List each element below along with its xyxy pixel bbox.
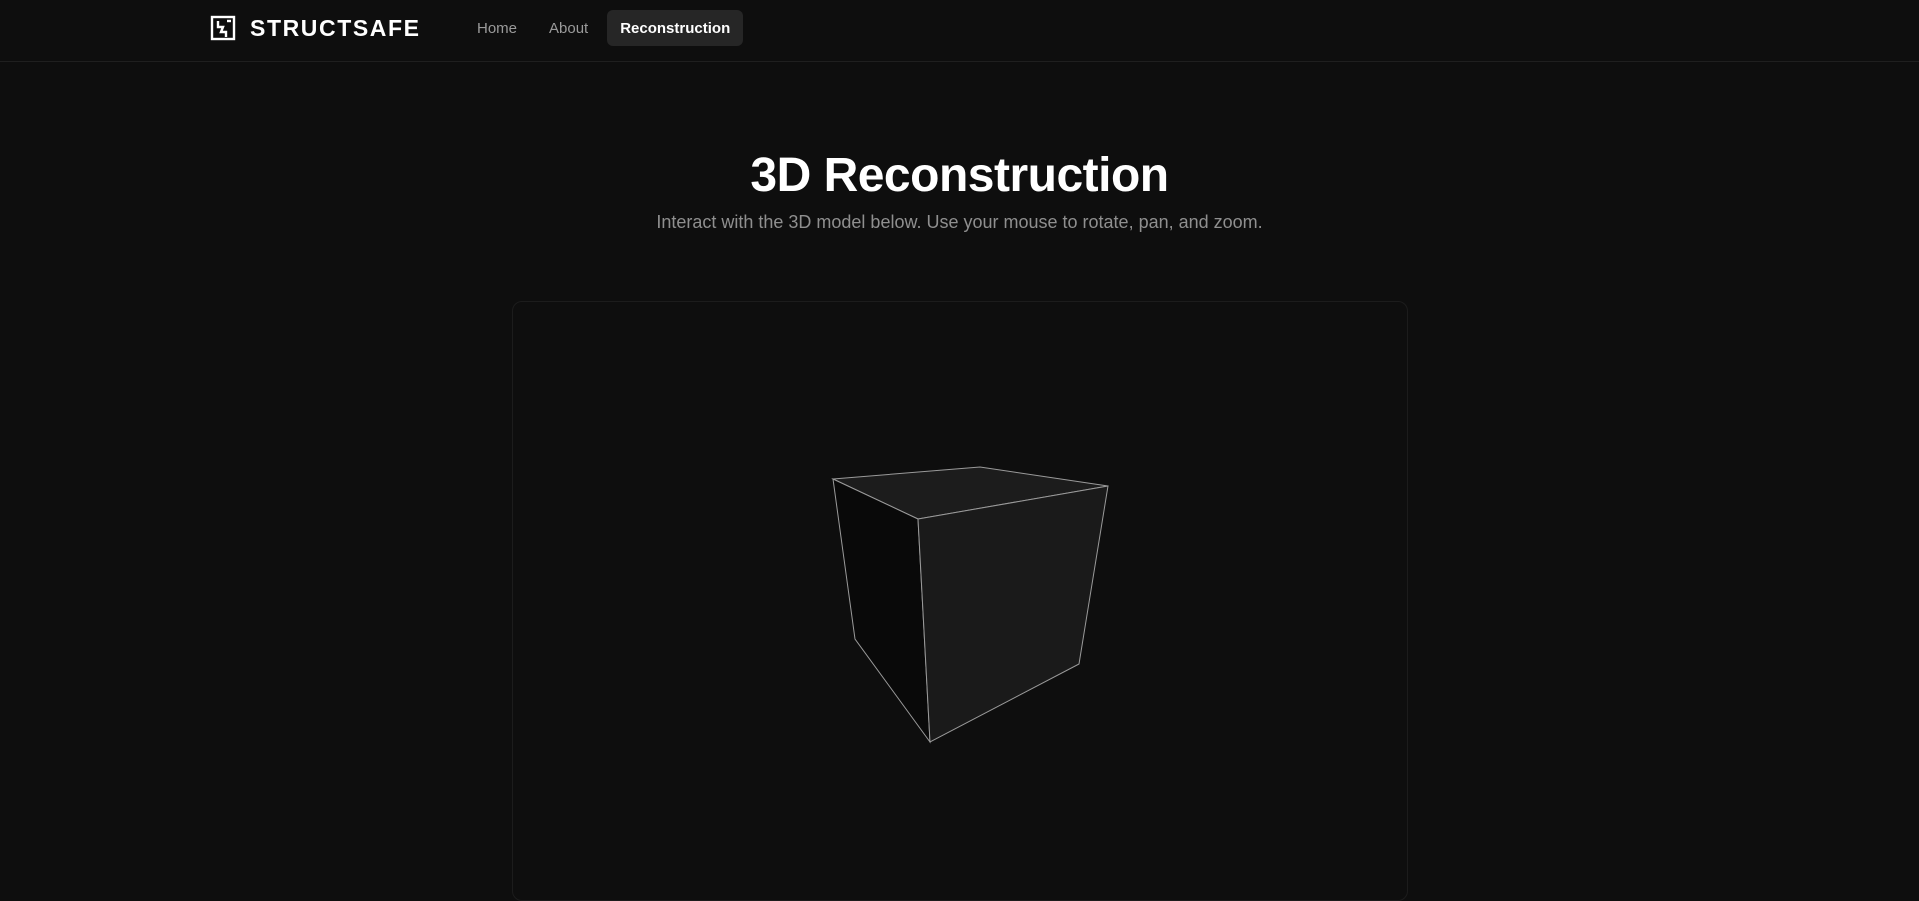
nav-about[interactable]: About — [536, 10, 601, 46]
brand[interactable]: STRUCTSAFE — [210, 14, 421, 42]
brand-name: STRUCTSAFE — [250, 14, 421, 41]
main-nav: Home About Reconstruction — [464, 10, 744, 46]
page-title: 3D Reconstruction — [750, 149, 1169, 202]
nav-home[interactable]: Home — [464, 10, 530, 46]
building-crack-icon — [210, 15, 236, 41]
3d-viewer-canvas[interactable] — [512, 301, 1408, 901]
cube-face-left — [832, 478, 931, 744]
top-navigation-bar: STRUCTSAFE Home About Reconstruction — [0, 0, 1919, 62]
cube-face-front — [917, 485, 1109, 743]
nav-reconstruction[interactable]: Reconstruction — [607, 10, 744, 46]
page-subtitle: Interact with the 3D model below. Use yo… — [656, 212, 1263, 232]
3d-model-view — [831, 466, 1109, 744]
